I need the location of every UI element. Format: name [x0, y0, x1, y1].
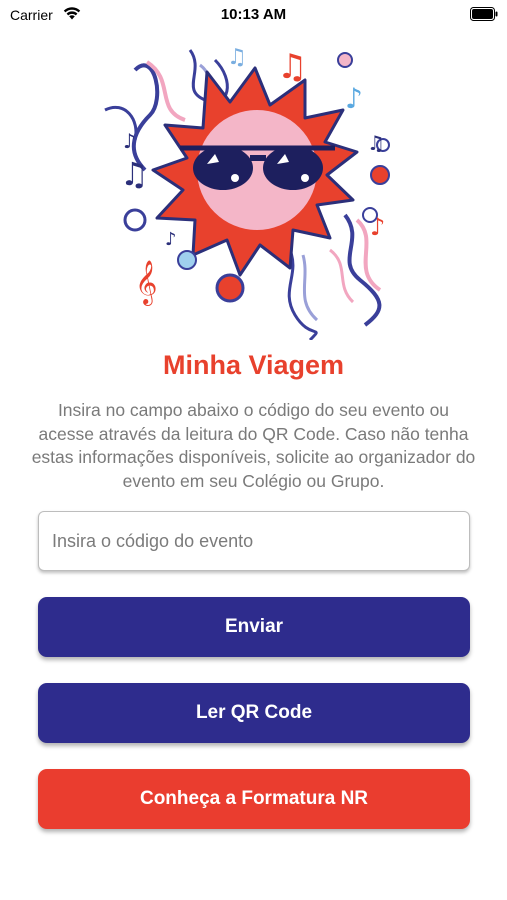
- send-button[interactable]: Enviar: [38, 597, 470, 657]
- svg-text:♫: ♫: [277, 47, 307, 87]
- battery-icon: [470, 7, 498, 24]
- instructions-text: Insira no campo abaixo o código do seu e…: [31, 400, 476, 491]
- svg-text:♪: ♪: [165, 229, 177, 250]
- event-code-input[interactable]: [38, 511, 470, 571]
- svg-text:♪: ♪: [345, 82, 363, 115]
- formatura-nr-button[interactable]: Conheça a Formatura NR: [38, 769, 470, 829]
- svg-text:♪: ♪: [123, 129, 136, 153]
- clock: 10:13 AM: [220, 6, 287, 23]
- svg-text:♫: ♫: [367, 131, 385, 155]
- page-title: Minha Viagem: [162, 350, 345, 380]
- svg-text:♪: ♪: [370, 213, 385, 241]
- hero-illustration: ♫ ♫ ♪ ♫ ♪ ♫ ♪ 𝄞 ♪: [95, 40, 415, 342]
- svg-text:♫: ♫: [120, 155, 149, 193]
- svg-text:𝄞: 𝄞: [135, 260, 157, 306]
- status-bar: Carrier 10:13 AM: [0, 0, 507, 30]
- read-qr-code-button[interactable]: Ler QR Code: [38, 683, 470, 743]
- svg-text:♫: ♫: [227, 45, 247, 70]
